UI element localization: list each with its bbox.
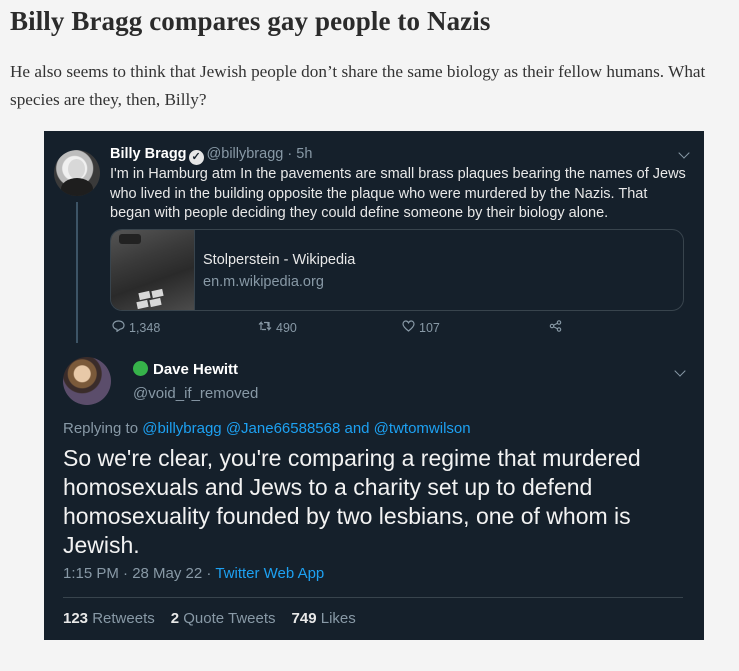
card-title: Stolperstein - Wikipedia bbox=[203, 252, 356, 268]
tweet2-handle[interactable]: @void_if_removed bbox=[133, 385, 258, 402]
tweet2-stats: 123 Retweets 2 Quote Tweets 749 Likes bbox=[63, 610, 356, 627]
retweet-action[interactable]: 490 bbox=[258, 320, 297, 335]
retweets-count: 123 bbox=[63, 610, 89, 627]
tweet1-separator: · bbox=[287, 146, 293, 162]
tweet2-author-name: Dave Hewitt bbox=[153, 361, 239, 378]
retweets-stat[interactable]: 123 Retweets bbox=[63, 610, 155, 627]
thumbnail-plaque-shape bbox=[138, 290, 151, 301]
thumbnail-plaque-shape bbox=[136, 299, 149, 310]
thread-connector bbox=[76, 202, 78, 343]
avatar-head-shape bbox=[68, 159, 85, 179]
quote-tweets-count: 2 bbox=[170, 610, 180, 627]
replying-prefix: Replying to bbox=[63, 420, 139, 437]
likes-label: Likes bbox=[320, 610, 356, 627]
heart-icon bbox=[402, 320, 415, 335]
article-headline: Billy Bragg compares gay people to Nazis bbox=[10, 6, 491, 36]
stats-divider bbox=[63, 597, 683, 598]
dave-hewitt-avatar[interactable] bbox=[63, 357, 111, 405]
replying-to: Replying to @billybragg @Jane66588568 an… bbox=[63, 420, 471, 437]
like-action[interactable]: 107 bbox=[402, 320, 440, 335]
thumbnail-plaque-shape bbox=[149, 297, 162, 308]
retweet-count: 490 bbox=[276, 321, 297, 335]
avatar-body-shape bbox=[61, 178, 93, 196]
retweets-label: Retweets bbox=[92, 610, 155, 627]
reply-icon bbox=[112, 320, 125, 335]
share-action[interactable] bbox=[549, 320, 566, 335]
card-thumbnail bbox=[111, 230, 195, 310]
quote-tweets-label: Quote Tweets bbox=[183, 610, 276, 627]
tweet1-text: I'm in Hamburg atm In the pavements are … bbox=[110, 166, 686, 221]
retweet-icon bbox=[258, 320, 272, 335]
tweet1-time[interactable]: 5h bbox=[296, 146, 312, 162]
tweet-screenshot: Billy Bragg ✓ @billybragg · 5h I'm in Hamb… bbox=[44, 131, 704, 640]
tweet2-text: So we're clear, you're comparing a regim… bbox=[63, 445, 641, 558]
tweet2-time[interactable]: 1:15 PM · 28 May 22 · bbox=[63, 565, 211, 582]
thumbnail-plaque-shape bbox=[151, 288, 164, 299]
thumbnail-car-shape bbox=[119, 234, 141, 244]
tweet1-handle[interactable]: @billybragg bbox=[207, 146, 284, 162]
green-circle-icon bbox=[133, 361, 148, 376]
tweet2-source-app[interactable]: Twitter Web App bbox=[215, 565, 324, 582]
reply-mentions[interactable]: @billybragg @Jane66588568 and @twtomwils… bbox=[142, 420, 470, 437]
tweet2-author[interactable]: Dave Hewitt bbox=[133, 361, 238, 378]
chevron-down-icon[interactable] bbox=[678, 147, 690, 159]
article-intro: He also seems to think that Jewish peopl… bbox=[10, 62, 706, 109]
verified-badge-icon: ✓ bbox=[188, 150, 204, 165]
chevron-down-icon[interactable] bbox=[674, 365, 686, 377]
tweet1-author-name[interactable]: Billy Bragg bbox=[110, 146, 187, 162]
tweet2-timestamp: 1:15 PM · 28 May 22 · Twitter Web App bbox=[63, 565, 324, 582]
reply-count: 1,348 bbox=[129, 321, 161, 335]
quote-tweets-stat[interactable]: 2 Quote Tweets bbox=[171, 610, 276, 627]
link-preview-card[interactable]: Stolperstein - Wikipedia en.m.wikipedia.… bbox=[110, 229, 684, 311]
reply-action[interactable]: 1,348 bbox=[112, 320, 160, 335]
likes-stat[interactable]: 749 Likes bbox=[292, 610, 356, 627]
likes-count: 749 bbox=[291, 610, 317, 627]
billy-bragg-avatar[interactable] bbox=[54, 150, 100, 196]
card-url: en.m.wikipedia.org bbox=[203, 274, 324, 290]
tweet1-header: Billy Bragg ✓ @billybragg · 5h bbox=[110, 146, 312, 165]
share-icon bbox=[549, 320, 562, 335]
like-count: 107 bbox=[419, 321, 440, 335]
